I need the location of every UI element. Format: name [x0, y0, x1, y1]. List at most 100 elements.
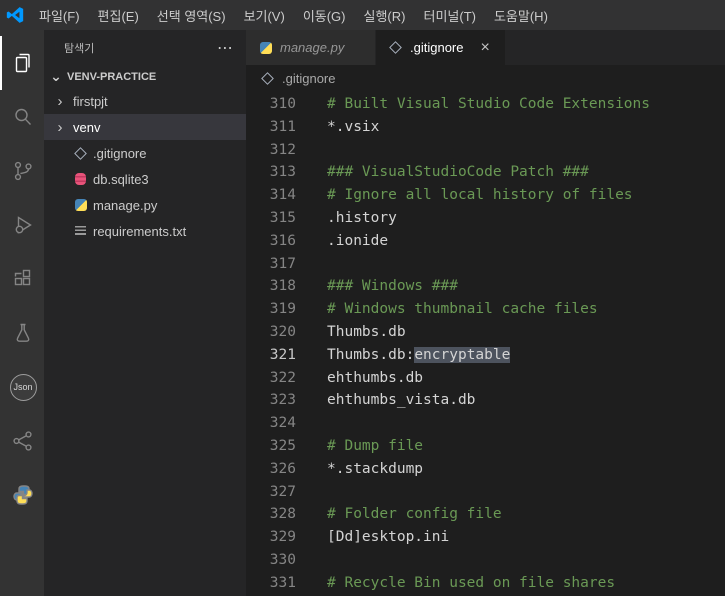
line-number: 326 — [269, 460, 296, 477]
line-content — [296, 549, 327, 572]
code-line[interactable]: 315 .history — [246, 207, 725, 230]
test-flask-icon[interactable] — [0, 306, 44, 360]
line-number: 320 — [269, 323, 296, 340]
line-number: 325 — [269, 437, 296, 454]
line-number: 324 — [269, 415, 296, 432]
highlighted-word: encryptable — [414, 346, 511, 363]
code-token: # Built Visual Studio Code Extensions — [327, 96, 651, 112]
txt-file-icon — [73, 224, 88, 239]
code-line[interactable]: 318 ### Windows ### — [246, 275, 725, 298]
sidebar-item-venv[interactable]: › venv — [44, 114, 246, 140]
code-line[interactable]: 324 — [246, 412, 725, 435]
workbench: Json 탐색기 ⋯ ⌄ VENV-PRACTICE › firstpjt › … — [0, 30, 725, 596]
tab-manage-py[interactable]: manage.py — [246, 30, 376, 65]
code-line[interactable]: 313 ### VisualStudioCode Patch ### — [246, 161, 725, 184]
code-token: *.vsix — [327, 118, 380, 135]
sidebar-item-firstpjt[interactable]: › firstpjt — [44, 88, 246, 114]
python-icon[interactable] — [0, 468, 44, 522]
tree-item-label: db.sqlite3 — [93, 171, 149, 187]
chevron-down-icon: ⌄ — [50, 68, 62, 84]
json-extension-icon[interactable]: Json — [0, 360, 44, 414]
chevron-right-icon: › — [57, 92, 63, 110]
share-icon[interactable] — [0, 414, 44, 468]
project-root-label: VENV-PRACTICE — [67, 70, 157, 83]
code-line[interactable]: 325 # Dump file — [246, 435, 725, 458]
run-debug-icon[interactable] — [0, 198, 44, 252]
code-line[interactable]: 331 # Recycle Bin used on file shares — [246, 572, 725, 595]
line-number: 330 — [269, 551, 296, 568]
menu-item[interactable]: 이동(G) — [294, 0, 355, 30]
breadcrumb[interactable]: .gitignore — [246, 65, 725, 92]
code-line[interactable]: 323 ehthumbs_vista.db — [246, 389, 725, 412]
code-line[interactable]: 329 [Dd]esktop.ini — [246, 526, 725, 549]
sidebar-item-manage-py[interactable]: manage.py — [44, 192, 246, 218]
line-number: 323 — [269, 392, 296, 409]
code-line[interactable]: 317 — [246, 253, 725, 276]
source-control-icon[interactable] — [0, 144, 44, 198]
tab-label: manage.py — [280, 40, 345, 55]
code-line[interactable]: 319 # Windows thumbnail cache files — [246, 298, 725, 321]
code-line[interactable]: 327 — [246, 481, 725, 504]
code-line[interactable]: 326 *.stackdump — [246, 458, 725, 481]
line-number: 331 — [269, 574, 296, 591]
explorer-icon[interactable] — [0, 36, 44, 90]
code-line[interactable]: 311 *.vsix — [246, 116, 725, 139]
menu-item[interactable]: 파일(F) — [30, 0, 89, 30]
more-actions-icon[interactable]: ⋯ — [217, 38, 234, 58]
editor-group: manage.py .gitignore × .gitignore 310 # B… — [246, 30, 725, 596]
line-number: 319 — [269, 301, 296, 318]
code-line[interactable]: 322 ehthumbs.db — [246, 367, 725, 390]
menu-item[interactable]: 편집(E) — [89, 0, 148, 30]
project-root-header[interactable]: ⌄ VENV-PRACTICE — [44, 65, 246, 88]
line-number: 314 — [269, 187, 296, 204]
code-token: # Dump file — [327, 437, 424, 454]
menu-item[interactable]: 선택 영역(S) — [148, 0, 235, 30]
code-line[interactable]: 310 # Built Visual Studio Code Extensions — [246, 93, 725, 116]
line-content — [296, 412, 327, 435]
sidebar-item-db-sqlite3[interactable]: db.sqlite3 — [44, 166, 246, 192]
close-icon[interactable]: × — [480, 39, 489, 56]
line-content: .history — [296, 207, 397, 230]
search-icon[interactable] — [0, 90, 44, 144]
line-number: 312 — [269, 141, 296, 158]
code-line[interactable]: 321 Thumbs.db:encryptable — [246, 344, 725, 367]
code-token: Thumbs.db — [327, 323, 406, 340]
code-line[interactable]: 330 — [246, 549, 725, 572]
line-content: # Built Visual Studio Code Extensions — [296, 93, 650, 116]
code-line[interactable]: 316 .ionide — [246, 230, 725, 253]
menu-item[interactable]: 실행(R) — [355, 0, 415, 30]
line-content: Thumbs.db — [296, 321, 406, 344]
line-content: # Windows thumbnail cache files — [296, 298, 598, 321]
tree-item-label: venv — [73, 119, 101, 135]
code-token: .ionide — [327, 232, 389, 249]
gitignore-file-icon — [388, 40, 403, 55]
tab-bar: manage.py .gitignore × — [246, 30, 725, 65]
sidebar-item-requirements-txt[interactable]: requirements.txt — [44, 218, 246, 244]
line-number: 327 — [269, 483, 296, 500]
py-file-icon — [73, 198, 88, 213]
line-content — [296, 253, 327, 276]
vscode-window: 파일(F) 편집(E) 선택 영역(S) 보기(V) 이동(G) 실행(R) 터미널(T) 도… — [0, 0, 725, 596]
line-number: 317 — [269, 255, 296, 272]
extensions-icon[interactable] — [0, 252, 44, 306]
code-token: ### VisualStudioCode Patch ### — [327, 164, 589, 181]
tree-item-label: .gitignore — [93, 145, 147, 161]
db-file-icon — [73, 172, 88, 187]
chevron-right-icon: › — [57, 118, 63, 136]
code-line[interactable]: 320 Thumbs.db — [246, 321, 725, 344]
line-number: 328 — [269, 506, 296, 523]
line-number: 321 — [269, 346, 296, 363]
line-content — [296, 139, 327, 162]
menu-item[interactable]: 보기(V) — [235, 0, 294, 30]
code-editor[interactable]: 310 # Built Visual Studio Code Extensions… — [246, 92, 725, 596]
menu-item[interactable]: 도움말(H) — [485, 0, 557, 30]
sidebar-item-gitignore[interactable]: .gitignore — [44, 140, 246, 166]
python-file-icon — [258, 40, 273, 55]
code-line[interactable]: 312 — [246, 139, 725, 162]
menu-item[interactable]: 터미널(T) — [414, 0, 484, 30]
tab-gitignore[interactable]: .gitignore × — [376, 30, 506, 65]
code-line[interactable]: 314 # Ignore all local history of files — [246, 184, 725, 207]
line-number: 313 — [269, 164, 296, 181]
code-line[interactable]: 328 # Folder config file — [246, 503, 725, 526]
code-token: .history — [327, 209, 397, 226]
